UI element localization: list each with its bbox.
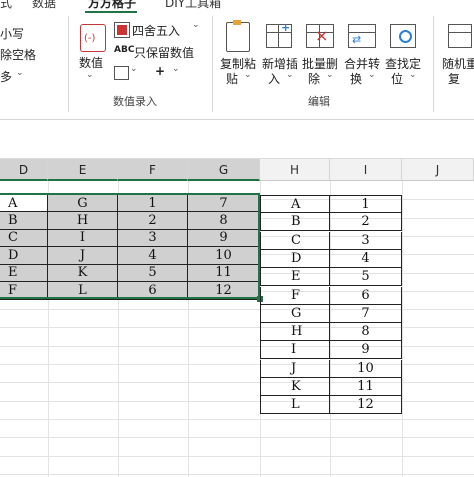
copy-paste-label-2[interactable]: 贴 — [226, 70, 238, 87]
table-cell[interactable]: 4 — [330, 250, 402, 268]
chevron-down-icon[interactable]: ⌄ — [326, 70, 334, 80]
table-cell[interactable]: 10 — [330, 360, 402, 378]
table-cell[interactable]: E — [260, 268, 330, 286]
table-cell[interactable]: 11 — [330, 378, 402, 396]
chevron-down-icon[interactable]: ⌄ — [368, 70, 376, 80]
table-cell[interactable]: 5 — [330, 268, 402, 286]
round-icon[interactable] — [114, 22, 130, 38]
find-locate-label-2[interactable]: 位 — [391, 70, 403, 87]
chevron-down-icon[interactable]: ⌄ — [86, 70, 94, 80]
tab-data[interactable]: 数据 — [32, 0, 56, 11]
column-header-g[interactable]: G — [188, 159, 260, 181]
keep-values-button[interactable]: 只保留数值 — [134, 44, 194, 61]
chevron-down-icon[interactable]: ⌄ — [409, 70, 417, 80]
table-cell[interactable]: F — [260, 287, 330, 305]
batch-delete-label-2[interactable]: 除 — [308, 70, 320, 87]
random-repeat-label-2[interactable]: 复 — [448, 70, 460, 87]
selection-border — [0, 193, 260, 299]
grid-row-line — [0, 364, 474, 365]
grid-row-line — [0, 346, 474, 347]
column-header-i[interactable]: I — [330, 159, 402, 181]
grid-row-line — [0, 474, 474, 475]
table-cell[interactable]: 6 — [330, 287, 402, 305]
grid-column-line — [402, 181, 403, 477]
tab-formula[interactable]: 式 — [0, 0, 12, 11]
merge-convert-icon[interactable]: ⇄ — [348, 24, 376, 48]
insert-new-label-2[interactable]: 入 — [268, 70, 280, 87]
format-icon[interactable] — [114, 66, 129, 80]
ribbon: 式 数据 方方格子 DIY工具箱 小写 除空格 多 ⌄ (-) 数值 ⌄ 四舍五… — [0, 0, 474, 120]
table-cell[interactable]: 1 — [330, 195, 402, 213]
chevron-down-icon[interactable]: ⌄ — [16, 68, 24, 78]
insert-table-icon[interactable]: + — [266, 21, 292, 48]
random-repeat-icon[interactable] — [448, 24, 472, 48]
grid-row-line — [0, 309, 474, 310]
tab-fangfang[interactable]: 方方格子 — [88, 0, 136, 11]
grid-row-line — [0, 382, 474, 383]
numeric-group-label: 数值录入 — [113, 95, 157, 108]
grid-row-line — [0, 419, 474, 420]
table-cell[interactable]: C — [260, 232, 330, 250]
tab-diy-toolbox[interactable]: DIY工具箱 — [165, 0, 221, 11]
table-cell[interactable]: I — [260, 341, 330, 359]
table-cell[interactable]: J — [260, 360, 330, 378]
table-cell[interactable]: H — [260, 323, 330, 341]
column-header-f[interactable]: F — [118, 159, 188, 181]
grid-row-line — [0, 456, 474, 457]
merge-convert-label-2[interactable]: 换 — [350, 70, 362, 87]
table-cell[interactable]: 3 — [330, 232, 402, 250]
chevron-down-icon[interactable]: ⌄ — [286, 70, 294, 80]
chevron-down-icon[interactable]: ⌄ — [244, 70, 252, 80]
column-header-e[interactable]: E — [48, 159, 118, 181]
edit-group-label: 编辑 — [308, 95, 330, 108]
numeric-icon[interactable]: (-) — [80, 24, 106, 52]
ribbon-separator — [68, 16, 69, 112]
numeric-button[interactable]: 数值 — [79, 54, 103, 71]
column-header-j[interactable]: J — [402, 159, 474, 181]
find-locate-icon[interactable] — [390, 24, 416, 48]
table-cell[interactable]: 12 — [330, 396, 402, 414]
table-cell[interactable]: 9 — [330, 341, 402, 359]
table-cell[interactable]: B — [260, 213, 330, 231]
abc-icon: ABC — [114, 45, 135, 55]
table-cell[interactable]: L — [260, 396, 330, 414]
grid-row-line — [0, 327, 474, 328]
grid-row-line — [0, 437, 474, 438]
chevron-down-icon[interactable]: ⌄ — [172, 64, 180, 74]
column-header-d[interactable]: D — [0, 159, 48, 181]
lowercase-button[interactable]: 小写 — [0, 25, 24, 42]
more-button[interactable]: 多 — [0, 68, 12, 85]
ribbon-separator — [212, 16, 213, 112]
column-header-h[interactable]: H — [260, 159, 330, 181]
batch-delete-icon[interactable]: × — [306, 24, 334, 48]
grid-row-line — [0, 401, 474, 402]
active-tab-indicator — [85, 11, 137, 13]
add-button[interactable]: + — [155, 64, 165, 78]
round-button[interactable]: 四舍五入 — [132, 22, 180, 39]
table-cell[interactable]: K — [260, 378, 330, 396]
table-cell[interactable]: G — [260, 305, 330, 323]
table-cell[interactable]: 8 — [330, 323, 402, 341]
ribbon-separator — [433, 16, 434, 112]
chevron-down-icon[interactable]: ⌄ — [130, 64, 138, 74]
remove-spaces-button[interactable]: 除空格 — [0, 46, 36, 63]
table-cell[interactable]: D — [260, 250, 330, 268]
table-cell[interactable]: A — [260, 195, 330, 213]
table-cell[interactable]: 2 — [330, 213, 402, 231]
formula-bar-area — [0, 120, 474, 159]
table-cell[interactable]: 7 — [330, 305, 402, 323]
clipboard-icon[interactable] — [226, 20, 250, 52]
chevron-down-icon[interactable]: ⌄ — [192, 20, 200, 30]
